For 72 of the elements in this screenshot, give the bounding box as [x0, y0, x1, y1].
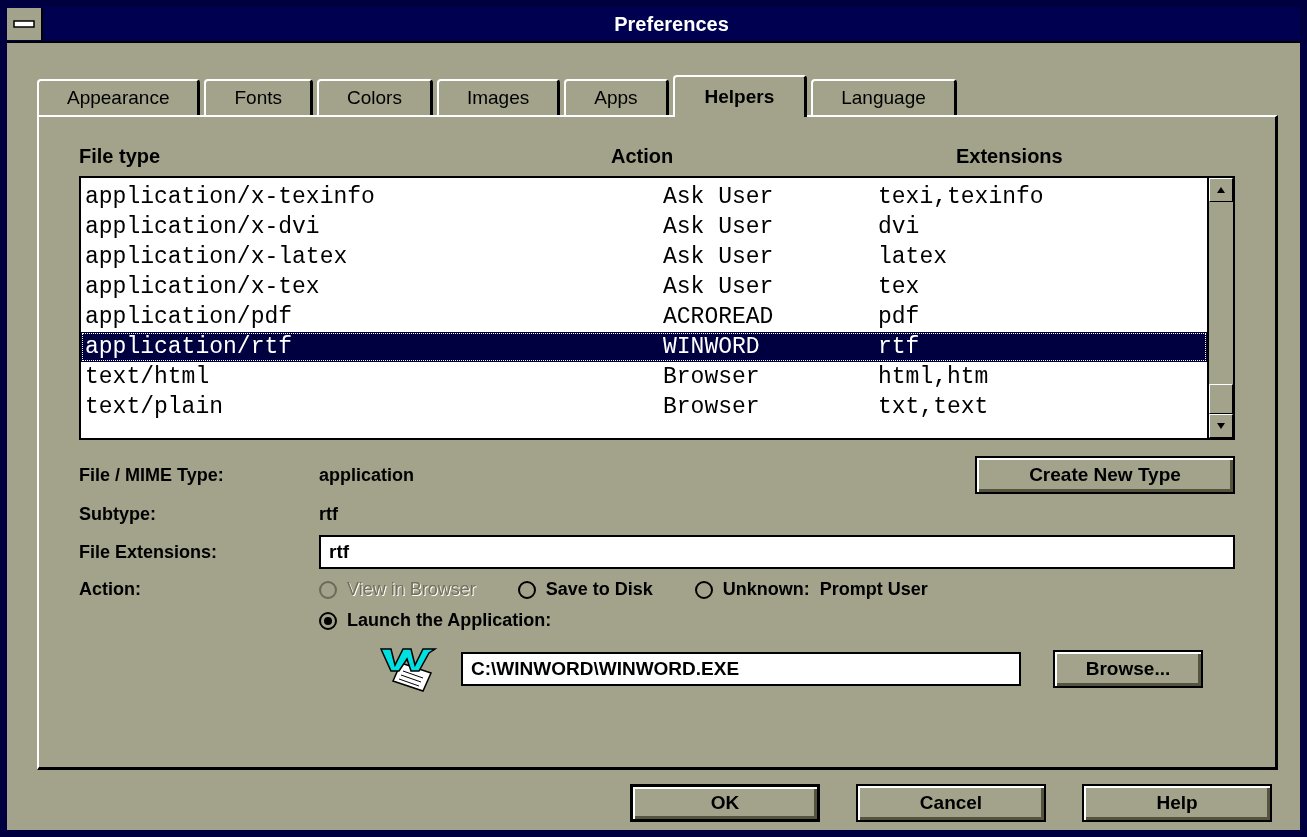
table-cell-text: application/rtf	[85, 334, 294, 360]
table-cell-text: application/x-texinfo	[85, 184, 376, 210]
radio-label: Save to Disk	[545, 579, 653, 600]
list-row[interactable]: application/rtf WINWORD rtf	[81, 332, 1207, 362]
table-cell-text: rtf	[878, 334, 921, 360]
radio-button[interactable]	[319, 611, 337, 630]
table-cell-text: pdf	[878, 304, 921, 330]
list-row[interactable]: application/x-tex Ask User tex	[81, 272, 1207, 302]
table-cell-text: application/x-dvi	[85, 214, 321, 240]
application-path-field[interactable]: C:\WINWORD\WINWORD.EXE	[461, 652, 1021, 686]
table-cell-text: ACROREAD	[663, 304, 775, 330]
table-cell-text: html,htm	[878, 364, 990, 390]
subtype-label: Subtype:	[79, 504, 157, 525]
table-cell-text: text/plain	[85, 394, 225, 420]
extensions-label: File Extensions:	[79, 541, 219, 563]
table-cell-text: Ask User	[663, 214, 775, 240]
table-cell-text: Ask User	[663, 244, 775, 270]
radio-label: View in Browser	[347, 579, 476, 600]
table-cell-text: WINWORD	[663, 334, 761, 360]
scroll-up-button[interactable]	[1209, 178, 1233, 202]
browse-button[interactable]: Browse...	[1053, 650, 1203, 688]
dialog-button[interactable]: OK	[630, 784, 820, 822]
table-cell-text: tex	[878, 274, 921, 300]
table-cell-text: application/pdf	[85, 304, 294, 330]
extensions-field[interactable]: rtf	[319, 535, 1235, 569]
tab[interactable]: Language	[811, 79, 957, 115]
system-menu-button[interactable]	[7, 8, 43, 40]
column-header: File type	[79, 145, 162, 168]
tab[interactable]: Images	[436, 79, 561, 115]
column-header: Extensions	[956, 145, 1064, 168]
table-cell-text: Ask User	[663, 274, 775, 300]
radio-label: Prompt User	[819, 579, 928, 600]
dialog-button[interactable]: Help	[1082, 784, 1272, 822]
list-row[interactable]: text/html Browser html,htm	[81, 362, 1207, 392]
list-row[interactable]: application/x-latex Ask User latex	[81, 242, 1207, 272]
down-arrow-icon	[1217, 423, 1225, 429]
radio-label: Launch the Application:	[347, 610, 552, 631]
scrollbar[interactable]	[1207, 178, 1233, 438]
menu-bar-icon	[13, 20, 35, 28]
radio-button[interactable]	[694, 580, 713, 599]
tab[interactable]: Apps	[564, 79, 669, 115]
tab[interactable]: Appearance	[37, 79, 201, 115]
list-row[interactable]: application/x-texinfo Ask User texi,texinfo	[81, 182, 1207, 212]
create-type-button[interactable]: Create New Type	[975, 456, 1235, 494]
mime-type-label: File / MIME Type:	[79, 464, 225, 486]
up-arrow-icon	[1217, 187, 1225, 193]
tab[interactable]: Fonts	[204, 79, 313, 115]
list-row[interactable]: application/x-dvi Ask User dvi	[81, 212, 1207, 242]
table-cell-text: txt,text	[878, 394, 990, 420]
table-cell-text: Ask User	[663, 184, 775, 210]
column-header: Action	[611, 145, 675, 168]
table-cell-text: latex	[878, 244, 948, 270]
scroll-down-button[interactable]	[1209, 414, 1233, 438]
action-label: Action:	[79, 579, 142, 600]
table-cell-text: text/html	[85, 364, 211, 390]
list-row[interactable]: application/pdf ACROREAD pdf	[81, 302, 1207, 332]
tab[interactable]: Colors	[317, 79, 433, 115]
table-cell-text: application/x-latex	[85, 244, 349, 270]
table-cell-text: texi,texinfo	[878, 184, 1045, 210]
table-cell-text: dvi	[878, 214, 921, 240]
list-row[interactable]: text/plain Browser txt,text	[81, 392, 1207, 422]
table-cell-text: Browser	[663, 394, 761, 420]
mime-type-value: application	[319, 464, 414, 486]
radio-button[interactable]	[517, 580, 536, 599]
subtype-value: rtf	[319, 504, 339, 525]
dialog-button[interactable]: Cancel	[856, 784, 1046, 822]
tab[interactable]: Helpers	[672, 75, 808, 117]
table-cell-text: application/x-tex	[85, 274, 321, 300]
window-title: Preferences	[613, 12, 730, 36]
table-cell-text: Browser	[663, 364, 761, 390]
radio-label: Unknown:	[722, 579, 810, 600]
scroll-thumb[interactable]	[1209, 384, 1233, 414]
